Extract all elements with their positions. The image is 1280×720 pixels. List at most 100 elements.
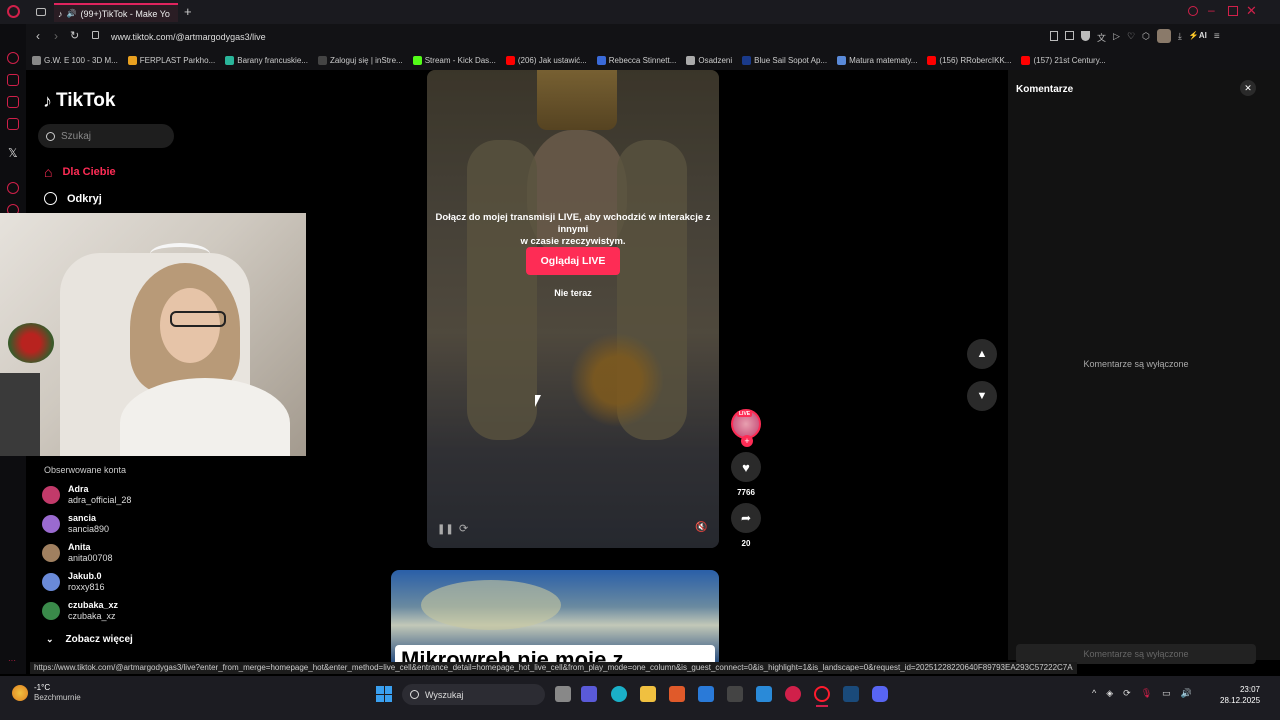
bookmark-item[interactable]: G.W. E 100 - 3D M...	[32, 55, 118, 65]
start-button[interactable]	[376, 686, 392, 702]
bookmark-item[interactable]: Matura matematy...	[837, 55, 917, 65]
comments-title: Komentarze	[1016, 84, 1074, 95]
bookmark-item[interactable]: Zaloguj się | inStre...	[317, 55, 403, 65]
bookmark-favicon-icon	[412, 55, 422, 65]
volume-icon[interactable]: 🔊	[1181, 688, 1192, 699]
menu-icon[interactable]: ≡	[1214, 31, 1220, 44]
avatar	[42, 602, 60, 620]
music-icon[interactable]	[7, 118, 19, 130]
shield-icon[interactable]	[1081, 31, 1090, 41]
url-field[interactable]: www.tiktok.com/@artmargodygas3/live	[111, 32, 266, 42]
live-video-player[interactable]: Dołącz do mojej transmisji LIVE, aby wch…	[427, 70, 719, 548]
network-icon[interactable]: ▭	[1162, 688, 1171, 699]
share-button[interactable]: ➦	[731, 503, 761, 533]
translate-icon[interactable]: 文	[1097, 31, 1106, 44]
bookmark-item[interactable]: (206) Jak ustawić...	[505, 55, 587, 65]
lock-icon	[92, 31, 99, 39]
bookmark-favicon-icon	[1021, 55, 1031, 65]
discord-icon[interactable]	[872, 686, 888, 702]
tray-chevron-icon[interactable]: ^	[1092, 688, 1096, 699]
pause-icon[interactable]: ❚❚	[437, 524, 454, 535]
nav-discover[interactable]: Odkryj	[44, 192, 102, 205]
next-video-preview[interactable]: Mikrowreh nie moje z	[391, 570, 719, 662]
search-icon	[46, 131, 55, 141]
pin-icon[interactable]	[1050, 31, 1058, 41]
like-button[interactable]: ♥	[731, 452, 761, 482]
opera-icon[interactable]	[814, 686, 830, 702]
maximize-button[interactable]	[1228, 6, 1238, 16]
bookmark-item[interactable]: Blue Sail Sopot Ap...	[742, 55, 827, 65]
steam-icon[interactable]	[843, 686, 859, 702]
teams-icon[interactable]	[581, 686, 597, 702]
weather-widget[interactable]: -1°C Bezchmurnie	[12, 683, 81, 703]
glasses	[170, 311, 226, 327]
instagram-icon[interactable]	[7, 96, 19, 108]
search-tabs-icon[interactable]	[1188, 6, 1198, 16]
tab-tiktok[interactable]: ♪ 🔊 (99+)TikTok - Make Yo	[54, 3, 178, 22]
bookmark-item[interactable]: (156) RRobercIKK...	[927, 55, 1011, 65]
bookmark-item[interactable]: (157) 21st Century...	[1021, 55, 1106, 65]
previous-video-button[interactable]: ▲	[967, 339, 997, 369]
close-icon: ✕	[1244, 83, 1252, 93]
repeat-icon[interactable]: ⟳	[459, 522, 468, 535]
clock[interactable]: 23:07 28.12.2025	[1220, 684, 1260, 706]
watch-live-button[interactable]: Oglądaj LIVE	[526, 247, 620, 275]
bookmark-favicon-icon	[127, 55, 137, 65]
tab-overview-icon[interactable]	[36, 8, 46, 16]
play-icon[interactable]: ▷	[1113, 31, 1120, 44]
microphone-icon[interactable]: 🎙	[1141, 688, 1152, 699]
extensions-icon[interactable]: ⬡	[1142, 31, 1150, 44]
snapshot-icon[interactable]	[1065, 31, 1074, 40]
new-tab-button[interactable]: +	[184, 4, 192, 19]
followed-account[interactable]: sancia sancia890	[42, 513, 109, 535]
reload-icon[interactable]: ↻	[70, 29, 79, 42]
task-view-icon[interactable]	[555, 686, 571, 702]
forward-icon[interactable]: ›	[54, 29, 58, 43]
close-window-button[interactable]: ✕	[1246, 3, 1257, 19]
edge-icon[interactable]	[611, 686, 627, 702]
more-icon[interactable]: ···	[8, 656, 16, 665]
tray-app-icon[interactable]: ◈	[1106, 688, 1113, 699]
opera-gx-icon[interactable]	[785, 686, 801, 702]
store-icon[interactable]	[669, 686, 685, 702]
taskbar-search[interactable]: Wyszukaj	[402, 684, 545, 705]
minimize-button[interactable]: –	[1208, 3, 1215, 17]
messenger-icon[interactable]	[7, 74, 19, 86]
followed-account[interactable]: Jakub.0 roxxy816	[42, 571, 105, 593]
download-icon[interactable]: ⤓	[1178, 31, 1182, 44]
bookmark-item[interactable]: Rebecca Stinnett...	[596, 55, 676, 65]
nav-for-you[interactable]: ⌂ Dla Ciebie	[44, 164, 116, 180]
search-input[interactable]: Szukaj	[38, 124, 174, 148]
back-icon[interactable]: ‹	[36, 29, 40, 43]
not-now-button[interactable]: Nie teraz	[427, 288, 719, 298]
profile-avatar[interactable]	[1156, 29, 1171, 43]
active-app-indicator	[816, 705, 828, 707]
file-explorer-icon[interactable]	[640, 686, 656, 702]
close-comments-button[interactable]: ✕	[1240, 80, 1256, 96]
tiktok-logo[interactable]: ♪ TikTok	[43, 90, 115, 112]
bookmark-favicon-icon	[596, 55, 606, 65]
history-icon[interactable]	[7, 182, 19, 194]
mute-icon[interactable]: 🔇	[695, 522, 707, 533]
bookmark-item[interactable]: Osadzeni	[686, 55, 732, 65]
followed-account[interactable]: Adra adra_official_28	[42, 484, 131, 506]
ai-icon[interactable]: ⚡AI	[1189, 31, 1207, 44]
app-arrow-icon[interactable]	[727, 686, 743, 702]
aria-icon[interactable]	[7, 52, 19, 64]
tray-sync-icon[interactable]: ⟳	[1123, 688, 1131, 699]
mail-icon[interactable]	[698, 686, 714, 702]
x-icon[interactable]: 𝕏	[8, 146, 18, 160]
speaker-icon[interactable]: 🔊	[67, 9, 77, 18]
creator-avatar[interactable]: LIVE +	[731, 409, 761, 447]
bookmark-item[interactable]: Barany francuskie...	[225, 55, 308, 65]
follow-plus-icon[interactable]: +	[741, 435, 753, 447]
app-blue-icon[interactable]	[756, 686, 772, 702]
opera-logo-icon[interactable]	[7, 5, 20, 18]
see-more-button[interactable]: ⌄ Zobacz więcej	[46, 634, 133, 645]
followed-account[interactable]: czubaka_xz czubaka_xz	[42, 600, 118, 622]
bookmark-item[interactable]: FERPLAST Parkho...	[127, 55, 215, 65]
bookmark-item[interactable]: Stream - Kick Das...	[412, 55, 496, 65]
heart-icon[interactable]: ♡	[1127, 31, 1135, 44]
next-video-button[interactable]: ▼	[967, 381, 997, 411]
followed-account[interactable]: Anita anita00708	[42, 542, 113, 564]
